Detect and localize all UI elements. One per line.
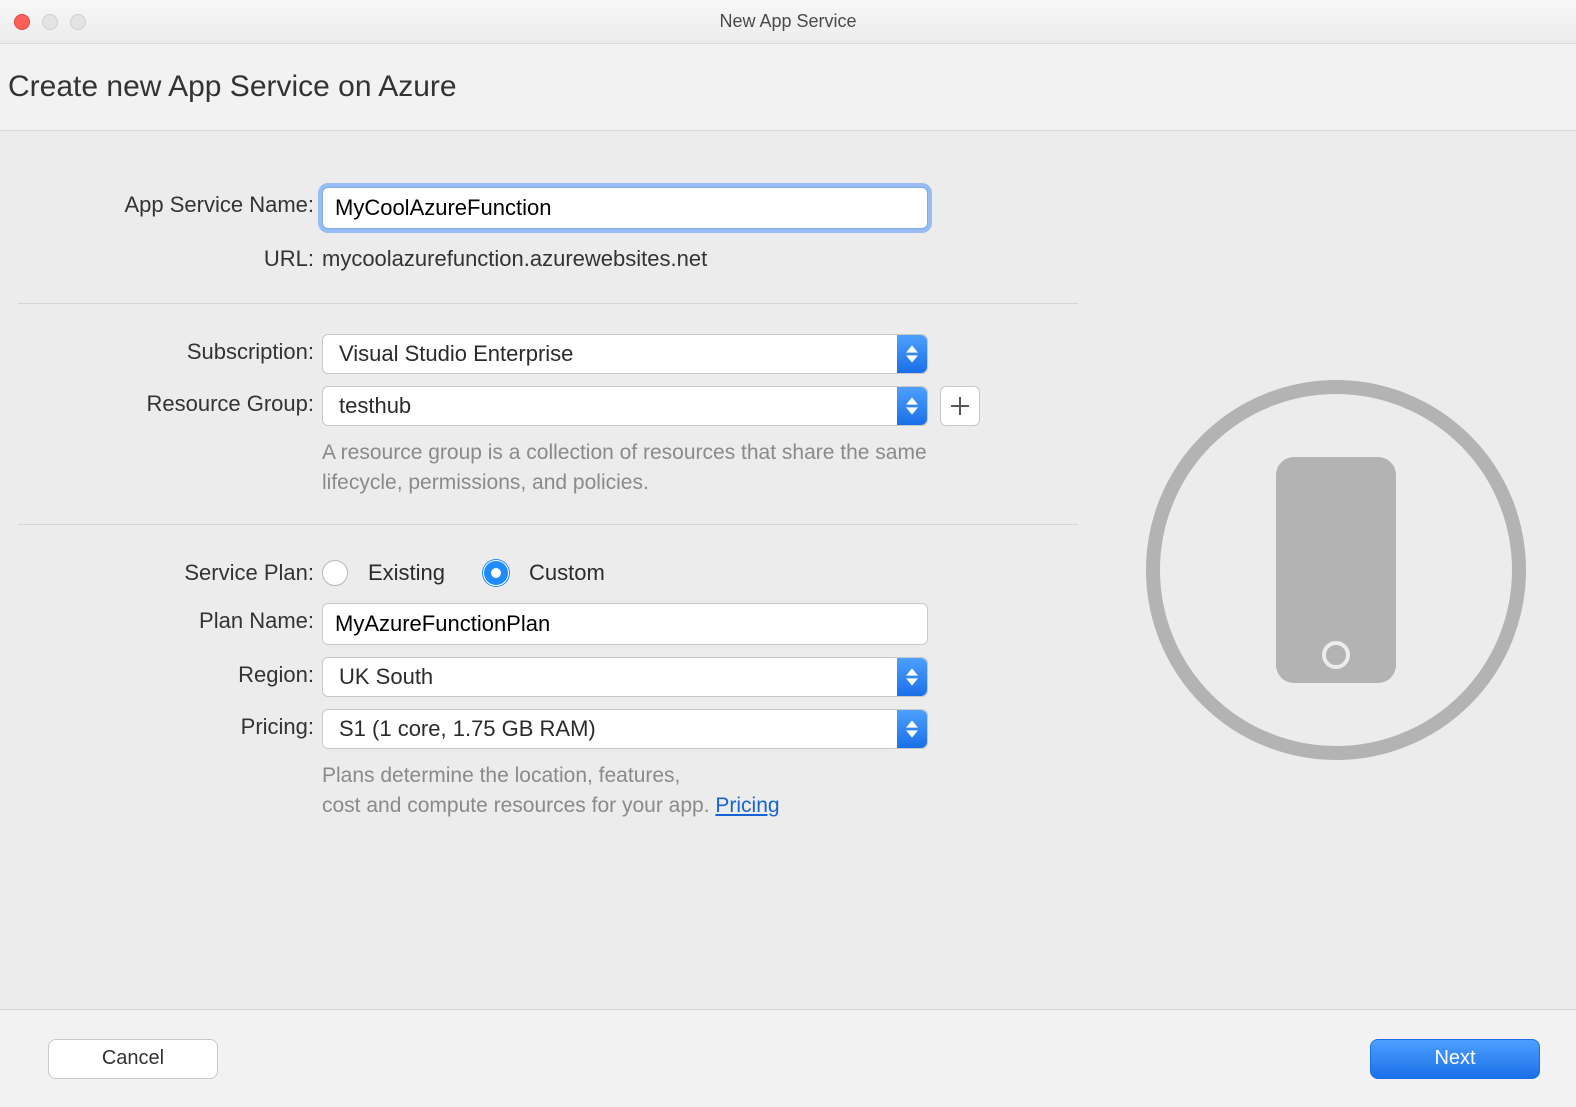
plan-name-input[interactable] (322, 603, 928, 645)
select-stepper-icon (897, 387, 927, 425)
pricing-select[interactable]: S1 (1 core, 1.75 GB RAM) (322, 709, 928, 749)
phone-icon (1276, 457, 1396, 683)
radio-custom-label: Custom (529, 560, 605, 586)
select-stepper-icon (897, 710, 927, 748)
add-resource-group-button[interactable] (940, 386, 980, 426)
pricing-link[interactable]: Pricing (715, 794, 779, 817)
cancel-button[interactable]: Cancel (48, 1039, 218, 1079)
label-pricing: Pricing: (10, 709, 322, 745)
label-app-service-name: App Service Name: (10, 187, 322, 223)
pricing-helper-line1: Plans determine the location, features, (322, 761, 780, 791)
pricing-helper-line2: cost and compute resources for your app.… (322, 791, 780, 821)
divider (18, 524, 1078, 525)
pricing-helper-line2-text: cost and compute resources for your app. (322, 794, 715, 817)
label-url: URL: (10, 241, 322, 277)
select-stepper-icon (897, 658, 927, 696)
divider (18, 303, 1078, 304)
url-value: mycoolazurefunction.azurewebsites.net (322, 241, 707, 277)
subscription-select-value: Visual Studio Enterprise (339, 341, 897, 367)
label-region: Region: (10, 657, 322, 693)
footer: Cancel Next (0, 1009, 1576, 1107)
circle-icon (1146, 380, 1526, 760)
next-button[interactable]: Next (1370, 1039, 1540, 1079)
radio-custom[interactable] (483, 560, 509, 586)
label-resource-group: Resource Group: (10, 386, 322, 422)
subscription-select[interactable]: Visual Studio Enterprise (322, 334, 928, 374)
region-select[interactable]: UK South (322, 657, 928, 697)
resource-group-helper: A resource group is a collection of reso… (322, 438, 932, 498)
app-service-name-input[interactable] (322, 187, 928, 229)
illustration-panel (1096, 131, 1576, 1009)
region-select-value: UK South (339, 664, 897, 690)
window-title: New App Service (0, 11, 1576, 32)
resource-group-select[interactable]: testhub (322, 386, 928, 426)
label-plan-name: Plan Name: (10, 603, 322, 639)
label-subscription: Subscription: (10, 334, 322, 370)
radio-existing[interactable] (322, 560, 348, 586)
pricing-select-value: S1 (1 core, 1.75 GB RAM) (339, 716, 897, 742)
select-stepper-icon (897, 335, 927, 373)
page-title: Create new App Service on Azure (0, 44, 1576, 131)
radio-existing-label: Existing (368, 560, 445, 586)
resource-group-select-value: testhub (339, 393, 897, 419)
titlebar: New App Service (0, 0, 1576, 44)
label-service-plan: Service Plan: (10, 555, 322, 591)
